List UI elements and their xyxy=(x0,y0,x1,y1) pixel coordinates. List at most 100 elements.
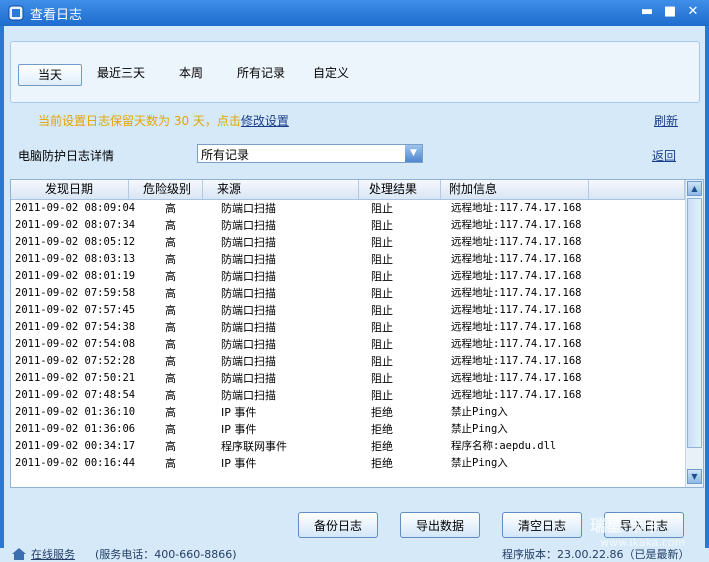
cell-result: 阻止 xyxy=(371,372,393,385)
table-row[interactable]: 2011-09-02 07:54:38 高 防端口扫描 阻止 远程地址:117.74.1… xyxy=(11,319,685,336)
main-panel: 当天 最近三天 本周 所有记录 自定义 当前设置日志保留天数为 30 天，点击修… xyxy=(4,26,705,548)
cell-source: 防端口扫描 xyxy=(221,287,276,300)
cell-source: 防端口扫描 xyxy=(221,202,276,215)
column-header-info[interactable]: 附加信息 xyxy=(441,180,589,199)
cell-date: 2011-09-02 01:36:06 xyxy=(15,423,136,435)
table-row[interactable]: 2011-09-02 07:54:08 高 防端口扫描 阻止 远程地址:117.74.1… xyxy=(11,336,685,353)
cell-info: 远程地址:117.74.17.168 xyxy=(451,253,582,265)
cell-result: 拒绝 xyxy=(371,423,393,436)
cell-date: 2011-09-02 08:07:34 xyxy=(15,219,136,231)
cell-info: 远程地址:117.74.17.168 xyxy=(451,304,582,316)
column-header-result[interactable]: 处理结果 xyxy=(359,180,441,199)
cell-date: 2011-09-02 07:59:58 xyxy=(15,287,136,299)
minimize-icon[interactable]: ▬ xyxy=(639,4,655,20)
cell-date: 2011-09-02 07:48:54 xyxy=(15,389,136,401)
cell-date: 2011-09-02 08:03:13 xyxy=(15,253,136,265)
cell-level: 高 xyxy=(165,321,176,334)
cell-source: 防端口扫描 xyxy=(221,304,276,317)
cell-date: 2011-09-02 08:01:19 xyxy=(15,270,136,282)
tab-today[interactable]: 当天 xyxy=(18,64,82,86)
column-header-filler xyxy=(589,180,685,199)
tab-this-week[interactable]: 本周 xyxy=(179,63,203,83)
table-row[interactable]: 2011-09-02 01:36:10 高 IP 事件 拒绝 禁止Ping入 xyxy=(11,404,685,421)
tab-all-records[interactable]: 所有记录 xyxy=(237,63,285,83)
cell-result: 阻止 xyxy=(371,304,393,317)
export-data-button[interactable]: 导出数据 xyxy=(400,512,480,538)
cell-source: 防端口扫描 xyxy=(221,253,276,266)
chevron-down-icon[interactable]: ▼ xyxy=(405,145,422,162)
backup-log-button[interactable]: 备份日志 xyxy=(298,512,378,538)
cell-result: 阻止 xyxy=(371,389,393,402)
cell-result: 拒绝 xyxy=(371,406,393,419)
scroll-up-icon[interactable]: ▲ xyxy=(687,181,702,196)
cell-source: 程序联网事件 xyxy=(221,440,287,453)
log-filter-value: 所有记录 xyxy=(201,148,250,162)
table-row[interactable]: 2011-09-02 08:03:13 高 防端口扫描 阻止 远程地址:117.74.1… xyxy=(11,251,685,268)
scroll-thumb[interactable] xyxy=(687,198,702,448)
vertical-scrollbar[interactable]: ▲ ▼ xyxy=(685,180,703,487)
cell-source: IP 事件 xyxy=(221,423,257,436)
table-row[interactable]: 2011-09-02 00:34:17 高 程序联网事件 拒绝 程序名称:aepdu.d… xyxy=(11,438,685,455)
cell-level: 高 xyxy=(165,236,176,249)
cell-date: 2011-09-02 00:16:44 xyxy=(15,457,136,469)
tab-custom[interactable]: 自定义 xyxy=(313,63,349,83)
cell-date: 2011-09-02 00:34:17 xyxy=(15,440,136,452)
cell-level: 高 xyxy=(165,389,176,402)
tab-last-three-days[interactable]: 最近三天 xyxy=(97,63,145,83)
cell-date: 2011-09-02 08:05:12 xyxy=(15,236,136,248)
cell-level: 高 xyxy=(165,338,176,351)
clear-log-button[interactable]: 清空日志 xyxy=(502,512,582,538)
cell-result: 阻止 xyxy=(371,253,393,266)
cell-info: 远程地址:117.74.17.168 xyxy=(451,389,582,401)
column-header-date[interactable]: 发现日期 xyxy=(11,180,129,199)
cell-info: 远程地址:117.74.17.168 xyxy=(451,219,582,231)
table-row[interactable]: 2011-09-02 00:16:44 高 IP 事件 拒绝 禁止Ping入 xyxy=(11,455,685,472)
cell-date: 2011-09-02 07:54:08 xyxy=(15,338,136,350)
cell-date: 2011-09-02 07:52:28 xyxy=(15,355,136,367)
table-row[interactable]: 2011-09-02 07:57:45 高 防端口扫描 阻止 远程地址:117.74.1… xyxy=(11,302,685,319)
refresh-link[interactable]: 刷新 xyxy=(654,112,678,129)
table-row[interactable]: 2011-09-02 07:48:54 高 防端口扫描 阻止 远程地址:117.74.1… xyxy=(11,387,685,404)
table-row[interactable]: 2011-09-02 08:05:12 高 防端口扫描 阻止 远程地址:117.74.1… xyxy=(11,234,685,251)
cell-date: 2011-09-02 01:36:10 xyxy=(15,406,136,418)
cell-info: 禁止Ping入 xyxy=(451,457,508,469)
cell-level: 高 xyxy=(165,304,176,317)
cell-result: 拒绝 xyxy=(371,440,393,453)
back-link[interactable]: 返回 xyxy=(652,147,676,164)
cell-date: 2011-09-02 07:50:21 xyxy=(15,372,136,384)
cell-info: 禁止Ping入 xyxy=(451,423,508,435)
table-row[interactable]: 2011-09-02 08:07:34 高 防端口扫描 阻止 远程地址:117.74.1… xyxy=(11,217,685,234)
table-row[interactable]: 2011-09-02 07:50:21 高 防端口扫描 阻止 远程地址:117.74.1… xyxy=(11,370,685,387)
service-phone: (服务电话：400-660-8866) xyxy=(95,548,237,561)
cell-source: 防端口扫描 xyxy=(221,219,276,232)
online-service-link[interactable]: 在线服务 xyxy=(31,546,75,562)
cell-info: 程序名称:aepdu.dll xyxy=(451,440,557,452)
log-filter-select[interactable]: 所有记录 ▼ xyxy=(197,144,423,163)
table-row[interactable]: 2011-09-02 07:52:28 高 防端口扫描 阻止 远程地址:117.74.1… xyxy=(11,353,685,370)
cell-date: 2011-09-02 07:54:38 xyxy=(15,321,136,333)
cell-source: 防端口扫描 xyxy=(221,321,276,334)
cell-result: 阻止 xyxy=(371,202,393,215)
maximize-icon[interactable]: ■ xyxy=(662,4,678,20)
table-row[interactable]: 2011-09-02 08:01:19 高 防端口扫描 阻止 远程地址:117.74.1… xyxy=(11,268,685,285)
table-row[interactable]: 2011-09-02 08:09:04 高 防端口扫描 阻止 远程地址:117.74.1… xyxy=(11,200,685,217)
cell-level: 高 xyxy=(165,253,176,266)
cell-source: 防端口扫描 xyxy=(221,389,276,402)
watermark-brand: 瑞星·卡卡 xyxy=(590,516,661,535)
scroll-down-icon[interactable]: ▼ xyxy=(687,469,702,484)
cell-info: 远程地址:117.74.17.168 xyxy=(451,355,582,367)
title-bar: 查看日志 ▬ ■ ✕ xyxy=(0,0,709,26)
close-icon[interactable]: ✕ xyxy=(685,4,701,20)
cell-info: 远程地址:117.74.17.168 xyxy=(451,287,582,299)
column-header-source[interactable]: 来源 xyxy=(203,180,359,199)
table-row[interactable]: 2011-09-02 01:36:06 高 IP 事件 拒绝 禁止Ping入 xyxy=(11,421,685,438)
cell-result: 阻止 xyxy=(371,321,393,334)
column-header-level[interactable]: 危险级别 xyxy=(129,180,203,199)
modify-settings-link[interactable]: 修改设置 xyxy=(241,114,289,128)
home-icon xyxy=(12,548,26,560)
cell-result: 阻止 xyxy=(371,270,393,283)
table-header: 发现日期 危险级别 来源 处理结果 附加信息 xyxy=(11,180,685,200)
cell-level: 高 xyxy=(165,287,176,300)
cell-source: IP 事件 xyxy=(221,406,257,419)
table-row[interactable]: 2011-09-02 07:59:58 高 防端口扫描 阻止 远程地址:117.74.1… xyxy=(11,285,685,302)
